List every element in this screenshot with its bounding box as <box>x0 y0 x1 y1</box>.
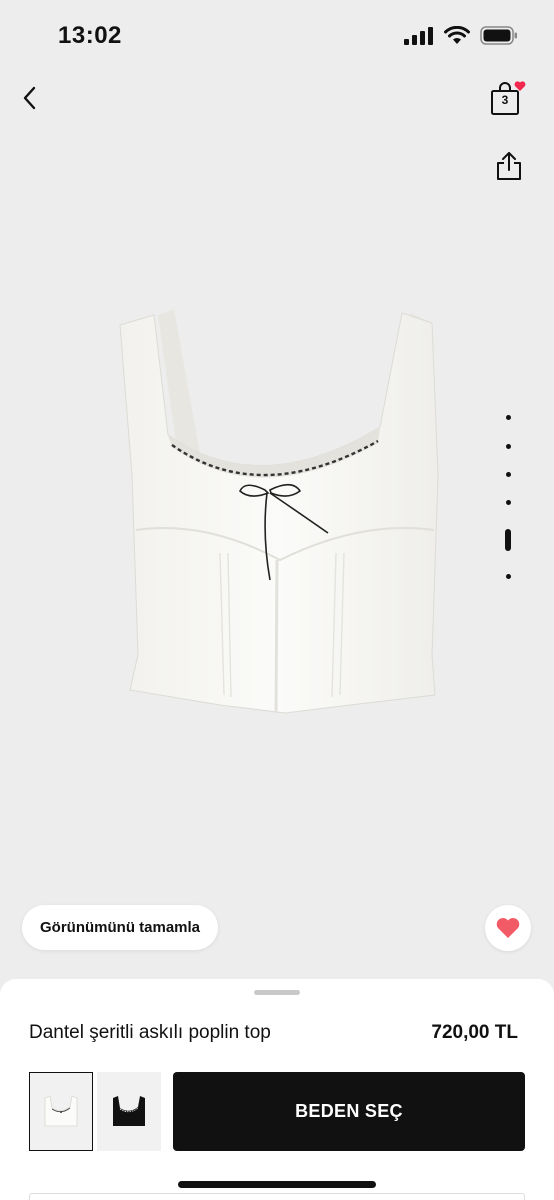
favorite-button[interactable] <box>485 905 531 951</box>
product-detail-screen: 13:02 3 Görünümünü tamamla Dantel şeritl… <box>0 0 554 1200</box>
page-dot[interactable] <box>506 415 511 420</box>
page-dot[interactable] <box>506 472 511 477</box>
complete-look-button[interactable]: Görünümünü tamamla <box>22 905 219 950</box>
product-image[interactable] <box>110 295 460 735</box>
status-bar: 13:02 <box>0 0 554 72</box>
page-dot[interactable] <box>506 444 511 449</box>
status-time: 13:02 <box>58 22 122 49</box>
battery-icon <box>480 26 517 45</box>
select-size-label: BEDEN SEÇ <box>295 1101 403 1121</box>
cellular-signal-icon <box>404 26 433 45</box>
page-dot[interactable] <box>506 500 511 505</box>
bag-badge-heart-icon <box>514 81 526 91</box>
white-variant-thumbnail <box>44 1094 78 1126</box>
sheet-handle[interactable] <box>254 990 300 995</box>
image-pagination[interactable] <box>500 410 518 590</box>
back-button[interactable] <box>12 78 48 118</box>
shopping-bag-button[interactable]: 3 <box>490 80 526 120</box>
chevron-left-icon <box>23 86 36 110</box>
color-variant-white[interactable] <box>29 1072 93 1151</box>
home-indicator <box>178 1181 376 1188</box>
wifi-icon <box>444 26 470 44</box>
share-button[interactable] <box>494 148 524 184</box>
bag-count: 3 <box>501 93 509 107</box>
next-section-edge <box>29 1193 525 1200</box>
color-variant-black[interactable] <box>97 1072 161 1151</box>
page-dot-active[interactable] <box>505 529 511 551</box>
select-size-button[interactable]: BEDEN SEÇ <box>173 1072 525 1151</box>
complete-look-label: Görünümünü tamamla <box>40 919 201 936</box>
product-bottom-sheet: Dantel şeritli askılı poplin top 720,00 … <box>0 979 554 1200</box>
status-icons <box>404 26 518 45</box>
black-variant-thumbnail <box>113 1095 145 1126</box>
heart-icon <box>496 918 520 938</box>
page-dot[interactable] <box>506 574 511 579</box>
product-price: 720,00 TL <box>431 1022 518 1043</box>
product-name: Dantel şeritli askılı poplin top <box>29 1022 271 1043</box>
share-icon <box>497 152 521 180</box>
